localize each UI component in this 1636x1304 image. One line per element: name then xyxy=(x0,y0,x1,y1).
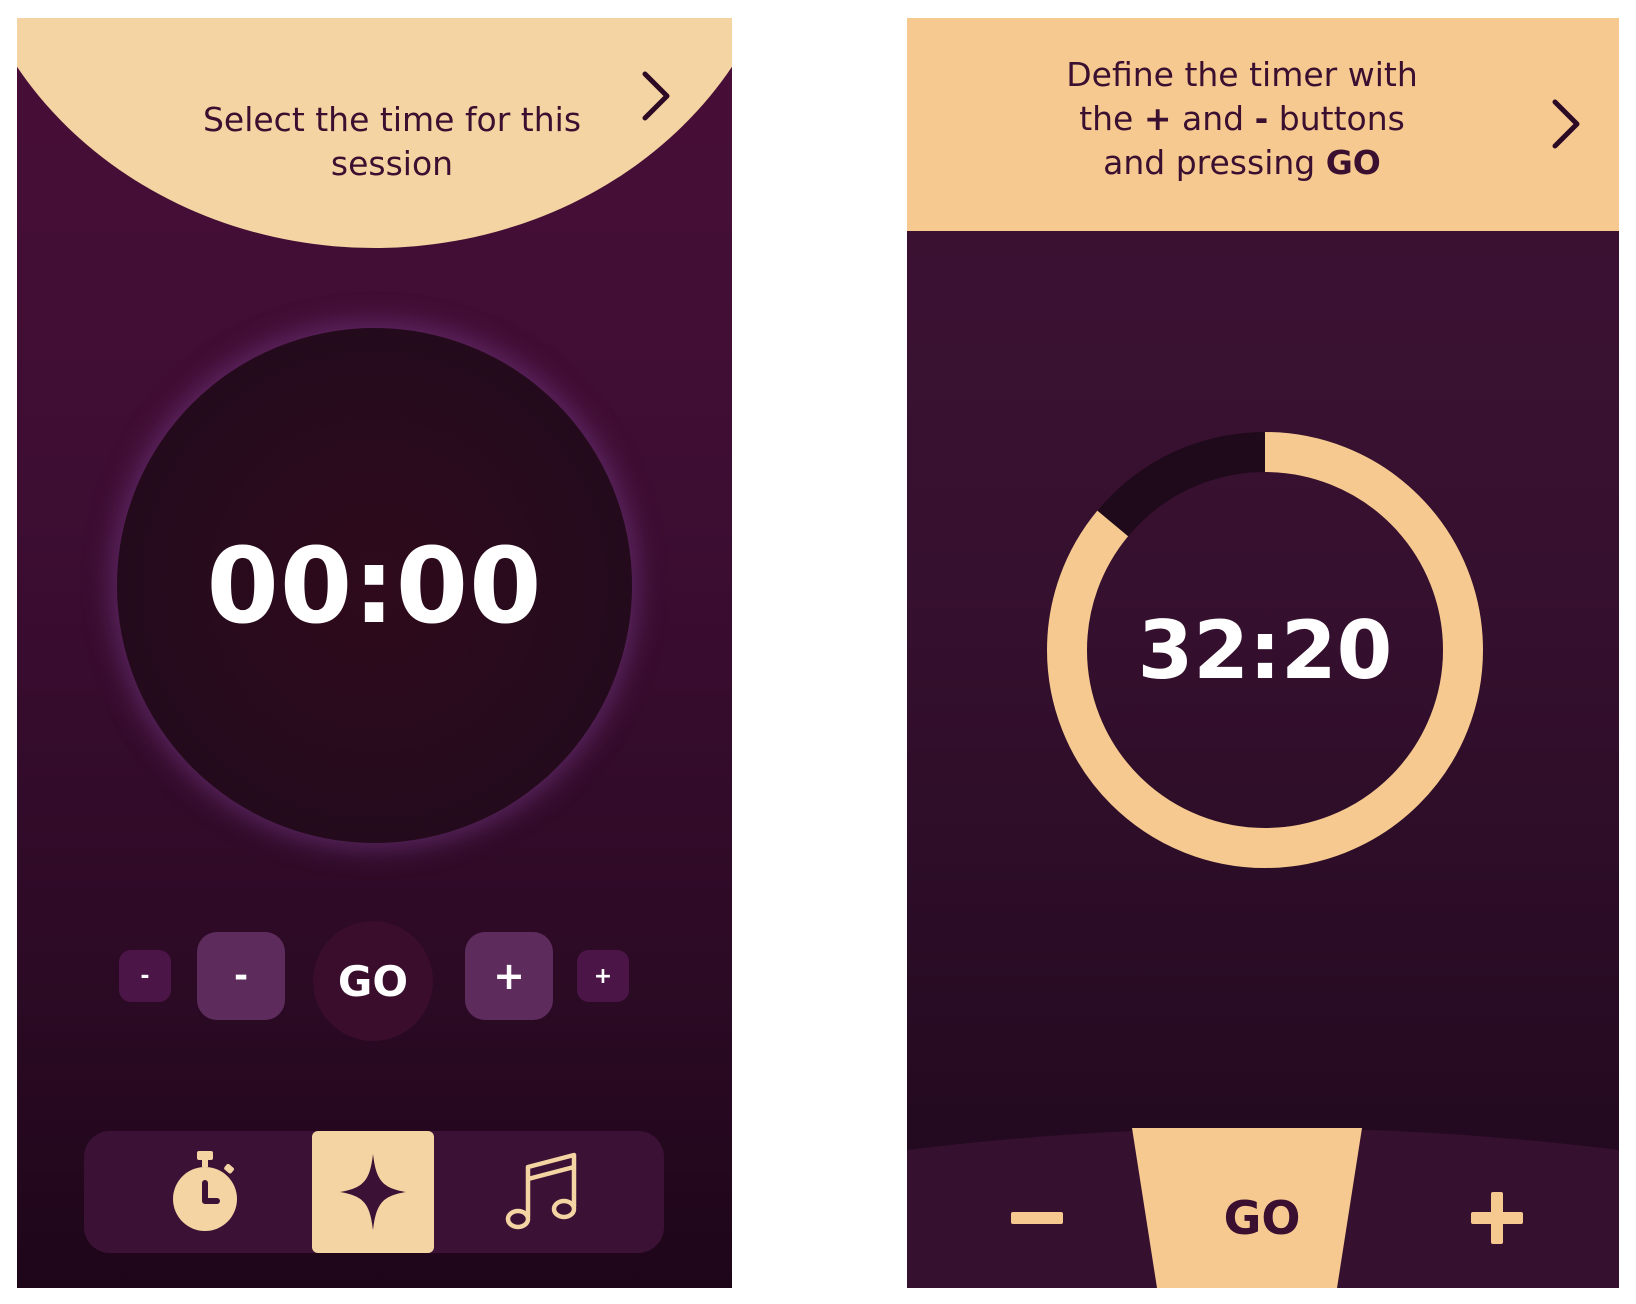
go-button[interactable]: GO xyxy=(1177,1178,1347,1258)
stopwatch-icon xyxy=(173,1151,237,1231)
decrease-button[interactable] xyxy=(997,1178,1077,1258)
instruction-plus: + xyxy=(1143,99,1172,138)
instruction-text: Select the time for this session xyxy=(202,100,582,183)
nav-item-sparkle[interactable] xyxy=(312,1131,434,1253)
timer-screen-select: Select the time for this session 00:00 -… xyxy=(17,18,732,1288)
instruction-line-2-mid: and xyxy=(1171,99,1255,138)
instruction-line-3: and pressing xyxy=(1103,143,1326,182)
chevron-right-icon[interactable] xyxy=(1547,94,1587,154)
plus-icon xyxy=(1471,1192,1523,1244)
music-note-icon xyxy=(505,1152,577,1230)
increase-button[interactable]: + xyxy=(465,932,553,1020)
bottom-control-bar: GO xyxy=(907,1128,1619,1288)
instruction-text: Define the timer with the + and - button… xyxy=(1062,53,1422,185)
increase-small-button[interactable]: + xyxy=(577,950,629,1002)
chevron-right-icon[interactable] xyxy=(637,66,677,126)
bottom-nav xyxy=(84,1131,664,1253)
instruction-line-1: Define the timer with xyxy=(1066,55,1418,94)
decrease-button[interactable]: - xyxy=(197,932,285,1020)
instruction-minus: - xyxy=(1254,99,1269,138)
instruction-go: GO xyxy=(1325,143,1381,182)
minus-icon xyxy=(1011,1212,1063,1224)
timer-screen-running: Define the timer with the + and - button… xyxy=(907,18,1619,1288)
instruction-line-2-end: buttons xyxy=(1268,99,1405,138)
instruction-line-2-start: the xyxy=(1079,99,1144,138)
timer-display: 32:20 xyxy=(1137,603,1393,697)
timer-display: 00:00 xyxy=(206,524,543,647)
go-button[interactable]: GO xyxy=(313,921,433,1041)
progress-ring: 32:20 xyxy=(1035,420,1495,880)
sparkle-icon xyxy=(340,1154,406,1230)
timer-dial: 00:00 xyxy=(117,328,632,843)
nav-item-timer[interactable] xyxy=(144,1131,266,1253)
nav-item-music[interactable] xyxy=(482,1131,604,1253)
increase-button[interactable] xyxy=(1457,1178,1537,1258)
instruction-header: Define the timer with the + and - button… xyxy=(907,18,1619,231)
decrease-small-button[interactable]: - xyxy=(119,950,171,1002)
